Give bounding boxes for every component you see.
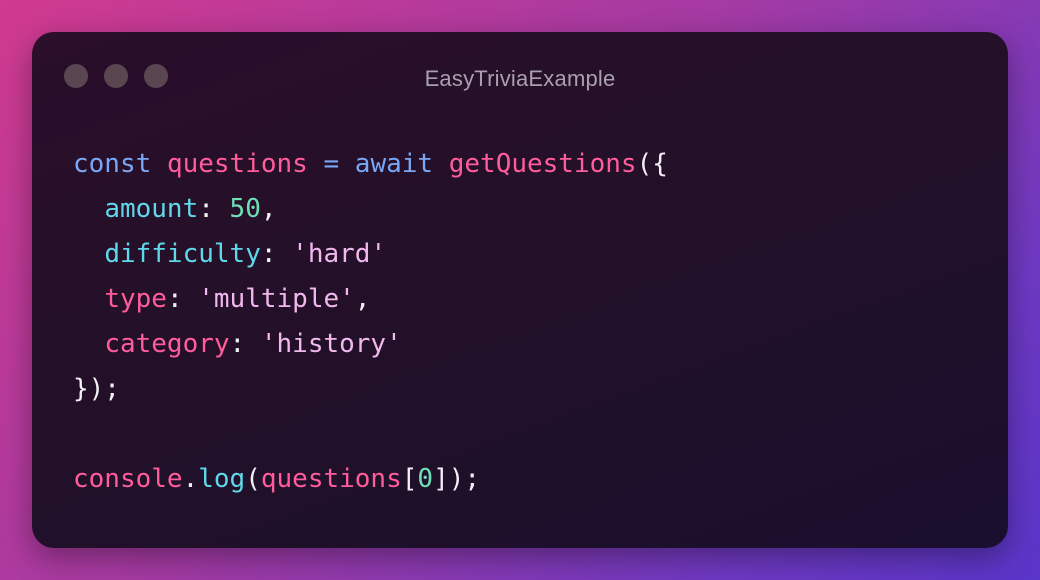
value-index: 0 [417,464,434,494]
value-category: 'history' [260,329,402,359]
punctuation-colon: : [229,329,261,359]
punctuation-close: }); [73,374,120,404]
property-type: type [104,284,167,314]
value-type: 'multiple' [198,284,355,314]
code-line-2: amount: 50, [73,187,668,232]
window-title: EasyTriviaExample [424,66,616,91]
identifier-questions: questions [166,149,308,179]
property-category: category [104,329,230,359]
function-getquestions: getQuestions [448,149,637,179]
code-line-8: console.log(questions[0]); [73,457,668,502]
punctuation-colon: : [166,284,199,314]
keyword-await: await [354,149,434,179]
code-line-1: const questions = await getQuestions({ [73,142,668,187]
identifier-console: console [73,464,183,494]
value-amount: 50 [229,194,261,224]
punctuation-bracket-open: [ [401,464,418,494]
punctuation-comma: , [354,284,371,314]
property-amount: amount [104,194,199,224]
operator-equals: = [323,149,340,179]
code-line-6: }); [73,367,668,412]
keyword-const: const [73,149,152,179]
code-block: const questions = await getQuestions({ a… [73,142,668,502]
punctuation-open-paren: ( [245,464,261,494]
punctuation-comma: , [260,194,277,224]
punctuation-close-call: ); [448,464,481,494]
code-line-3: difficulty: 'hard' [73,232,668,277]
code-line-5: category: 'history' [73,322,668,367]
window-titlebar: EasyTriviaExample [32,32,1008,122]
property-difficulty: difficulty [104,239,261,269]
punctuation-open: ({ [636,149,668,179]
code-window: EasyTriviaExample const questions = awai… [32,32,1008,548]
method-log: log [198,464,246,494]
punctuation-colon: : [198,194,230,224]
code-line-4: type: 'multiple', [73,277,668,322]
punctuation-colon: : [260,239,293,269]
punctuation-bracket-close: ] [433,464,449,494]
identifier-questions-arg: questions [260,464,402,494]
value-difficulty: 'hard' [292,239,387,269]
punctuation-dot: . [182,464,199,494]
